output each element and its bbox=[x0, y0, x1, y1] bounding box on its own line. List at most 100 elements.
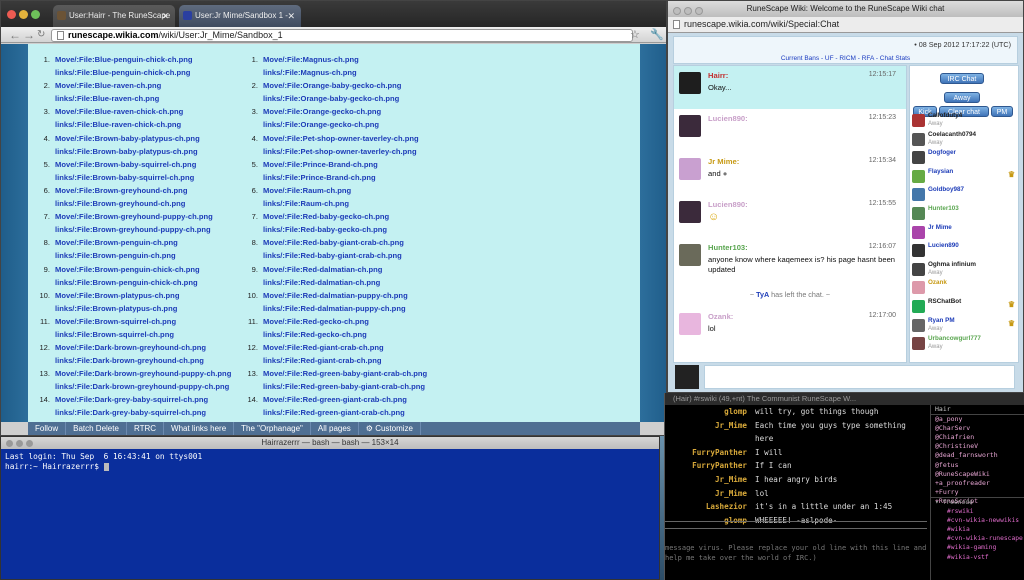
move-link[interactable]: Move/:File:Orange-gecko-ch.png bbox=[263, 105, 427, 118]
links-link[interactable]: links/:File:Brown-platypus-ch.png bbox=[55, 302, 231, 315]
irc-nick[interactable]: Lashezior bbox=[665, 500, 747, 514]
links-link[interactable]: links/:File:Blue-raven-chick-ch.png bbox=[55, 118, 231, 131]
links-link[interactable]: links/:File:Brown-baby-platypus-ch.png bbox=[55, 145, 231, 158]
links-link[interactable]: links/:File:Red-dalmatian-ch.png bbox=[263, 276, 427, 289]
move-link[interactable]: Move/:File:Red-gecko-ch.png bbox=[263, 315, 427, 328]
close-tab-icon[interactable]: ✕ bbox=[287, 5, 295, 27]
all-pages-button[interactable]: All pages bbox=[311, 422, 359, 435]
links-link[interactable]: links/:File:Orange-gecko-ch.png bbox=[263, 118, 427, 131]
move-link[interactable]: Move/:File:Raum-ch.png bbox=[263, 184, 427, 197]
move-link[interactable]: Move/:File:Blue-raven-ch.png bbox=[55, 79, 231, 92]
forward-arrow-icon[interactable]: → bbox=[23, 28, 35, 42]
irc-nick-entry[interactable]: Hair bbox=[931, 405, 1024, 416]
chat-address-bar[interactable]: runescape.wikia.com/wiki/Special:Chat bbox=[668, 17, 1023, 33]
minimize-button[interactable] bbox=[16, 440, 23, 447]
user-list-item[interactable]: Dogfoger bbox=[910, 149, 1018, 168]
zoom-button[interactable] bbox=[31, 10, 40, 19]
irc-nick[interactable]: Jr_Mime bbox=[665, 487, 747, 501]
user-list-item[interactable]: Jr Mime bbox=[910, 224, 1018, 243]
back-arrow-icon[interactable]: ← bbox=[9, 28, 21, 42]
links-link[interactable]: links/:File:Raum-ch.png bbox=[263, 197, 427, 210]
irc-nick-entry[interactable]: @ChristineV bbox=[931, 442, 1024, 451]
irc-nick-entry[interactable]: +a_proofreader bbox=[931, 479, 1024, 488]
links-link[interactable]: links/:File:Brown-greyhound-ch.png bbox=[55, 197, 231, 210]
links-link[interactable]: links/:File:Red-baby-gecko-ch.png bbox=[263, 223, 427, 236]
user-list-item[interactable]: RSChatBot ♛ bbox=[910, 298, 1018, 317]
minimize-button[interactable] bbox=[684, 7, 692, 15]
irc-nick[interactable]: Jr_Mime bbox=[665, 419, 747, 433]
user-list-item[interactable]: Ozank bbox=[910, 279, 1018, 298]
wrench-menu-icon[interactable]: 🔧 bbox=[650, 28, 664, 41]
channel-entry[interactable]: #cvn-wikia-newwikis bbox=[935, 516, 1024, 525]
links-link[interactable]: links/:File:Dark-brown-greyhound-ch.png bbox=[55, 354, 231, 367]
irc-nick-entry[interactable]: @dead_farnsworth bbox=[931, 451, 1024, 460]
channel-entry[interactable]: #wikia-vstf bbox=[935, 553, 1024, 562]
links-link[interactable]: links/:File:Red-gecko-ch.png bbox=[263, 328, 427, 341]
irc-nick-entry[interactable]: +Furry bbox=[931, 488, 1024, 497]
what-links-here-button[interactable]: What links here bbox=[164, 422, 235, 435]
move-link[interactable]: Move/:File:Blue-raven-chick-ch.png bbox=[55, 105, 231, 118]
move-link[interactable]: Move/:File:Orange-baby-gecko-ch.png bbox=[263, 79, 427, 92]
move-link[interactable]: Move/:File:Blue-penguin-chick-ch.png bbox=[55, 53, 231, 66]
terminal-output[interactable]: Last login: Thu Sep 6 16:43:41 on ttys00… bbox=[1, 449, 659, 475]
links-link[interactable]: links/:File:Orange-baby-gecko-ch.png bbox=[263, 92, 427, 105]
irc-nick-entry[interactable]: @Chiafrien bbox=[931, 433, 1024, 442]
channel-entry[interactable]: #rswiki bbox=[935, 507, 1024, 516]
irc-chat-button[interactable]: IRC Chat bbox=[940, 73, 984, 84]
channel-entry[interactable]: #wikia-gaming bbox=[935, 543, 1024, 552]
links-link[interactable]: links/:File:Brown-penguin-ch.png bbox=[55, 249, 231, 262]
links-link[interactable]: links/:File:Red-dalmatian-puppy-ch.png bbox=[263, 302, 427, 315]
move-link[interactable]: Move/:File:Brown-platypus-ch.png bbox=[55, 289, 231, 302]
move-link[interactable]: Move/:File:Pet-shop-owner-taverley-ch.pn… bbox=[263, 132, 427, 145]
move-link[interactable]: Move/:File:Brown-squirrel-ch.png bbox=[55, 315, 231, 328]
move-link[interactable]: Move/:File:Brown-greyhound-ch.png bbox=[55, 184, 231, 197]
customize-button[interactable]: ⚙ Customize bbox=[359, 422, 421, 435]
links-link[interactable]: links/:File:Brown-baby-squirrel-ch.png bbox=[55, 171, 231, 184]
tab-sandbox[interactable]: User:Jr Mime/Sandbox 1 - ✕ bbox=[179, 5, 301, 27]
zoom-button[interactable] bbox=[26, 440, 33, 447]
move-link[interactable]: Move/:File:Red-green-baby-giant-crab-ch.… bbox=[263, 367, 427, 380]
links-link[interactable]: links/:File:Red-baby-giant-crab-ch.png bbox=[263, 249, 427, 262]
move-link[interactable]: Move/:File:Red-dalmatian-ch.png bbox=[263, 263, 427, 276]
user-list-item[interactable]: Hunter103 bbox=[910, 205, 1018, 224]
move-link[interactable]: Move/:File:Dark-grey-baby-squirrel-ch.pn… bbox=[55, 393, 231, 406]
links-link[interactable]: links/:File:Dark-grey-baby-squirrel-ch.p… bbox=[55, 406, 231, 419]
user-list-item[interactable]: Coelacanth0794 Away bbox=[910, 131, 1018, 150]
links-link[interactable]: links/:File:Red-green-baby-giant-crab-ch… bbox=[263, 380, 427, 393]
move-link[interactable]: Move/:File:Red-baby-gecko-ch.png bbox=[263, 210, 427, 223]
chat-message-input[interactable] bbox=[704, 365, 1015, 389]
links-link[interactable]: links/:File:Blue-penguin-chick-ch.png bbox=[55, 66, 231, 79]
rtrc-button[interactable]: RTRC bbox=[127, 422, 165, 435]
reload-icon[interactable]: ↻ bbox=[37, 28, 45, 42]
close-button[interactable] bbox=[673, 7, 681, 15]
links-link[interactable]: links/:File:Brown-greyhound-puppy-ch.png bbox=[55, 223, 231, 236]
batch-delete-button[interactable]: Batch Delete bbox=[66, 422, 127, 435]
links-link[interactable]: links/:File:Prince-Brand-ch.png bbox=[263, 171, 427, 184]
address-bar[interactable]: runescape.wikia.com/wiki/User:Jr_Mime/Sa… bbox=[51, 29, 633, 42]
bookmark-star-icon[interactable]: ☆ bbox=[630, 28, 640, 41]
move-link[interactable]: Move/:File:Brown-greyhound-puppy-ch.png bbox=[55, 210, 231, 223]
move-link[interactable]: Move/:File:Red-giant-crab-ch.png bbox=[263, 341, 427, 354]
links-link[interactable]: links/:File:Magnus-ch.png bbox=[263, 66, 427, 79]
close-tab-icon[interactable]: ✕ bbox=[161, 5, 169, 27]
irc-nick-entry[interactable]: @fetus bbox=[931, 461, 1024, 470]
user-list-item[interactable]: Urbancowgurl777 Away bbox=[910, 335, 1018, 354]
move-link[interactable]: Move/:File:Prince-Brand-ch.png bbox=[263, 158, 427, 171]
user-list-item[interactable]: Flaysian ♛ bbox=[910, 168, 1018, 187]
links-link[interactable]: links/:File:Pet-shop-owner-taverley-ch.p… bbox=[263, 145, 427, 158]
notice-user[interactable]: TyA bbox=[756, 290, 769, 299]
move-link[interactable]: Move/:File:Dark-brown-greyhound-puppy-ch… bbox=[55, 367, 231, 380]
move-link[interactable]: Move/:File:Magnus-ch.png bbox=[263, 53, 427, 66]
user-list-item[interactable]: Goldboy987 bbox=[910, 186, 1018, 205]
links-link[interactable]: links/:File:Blue-raven-ch.png bbox=[55, 92, 231, 105]
user-list-item[interactable]: Ryan PM Away ♛ bbox=[910, 317, 1018, 336]
channel-entry[interactable]: #wikia bbox=[935, 525, 1024, 534]
minimize-button[interactable] bbox=[19, 10, 28, 19]
move-link[interactable]: Move/:File:Brown-penguin-ch.png bbox=[55, 236, 231, 249]
irc-nick-entry[interactable]: @CharServ bbox=[931, 424, 1024, 433]
network-node[interactable]: ▾ freenode bbox=[935, 498, 1024, 507]
tab-hairr[interactable]: User:Hairr - The RuneScape ✕ bbox=[53, 5, 175, 27]
close-button[interactable] bbox=[7, 10, 16, 19]
irc-nick[interactable]: Jr_Mime bbox=[665, 473, 747, 487]
irc-nick[interactable]: FurryPanther bbox=[665, 459, 747, 473]
